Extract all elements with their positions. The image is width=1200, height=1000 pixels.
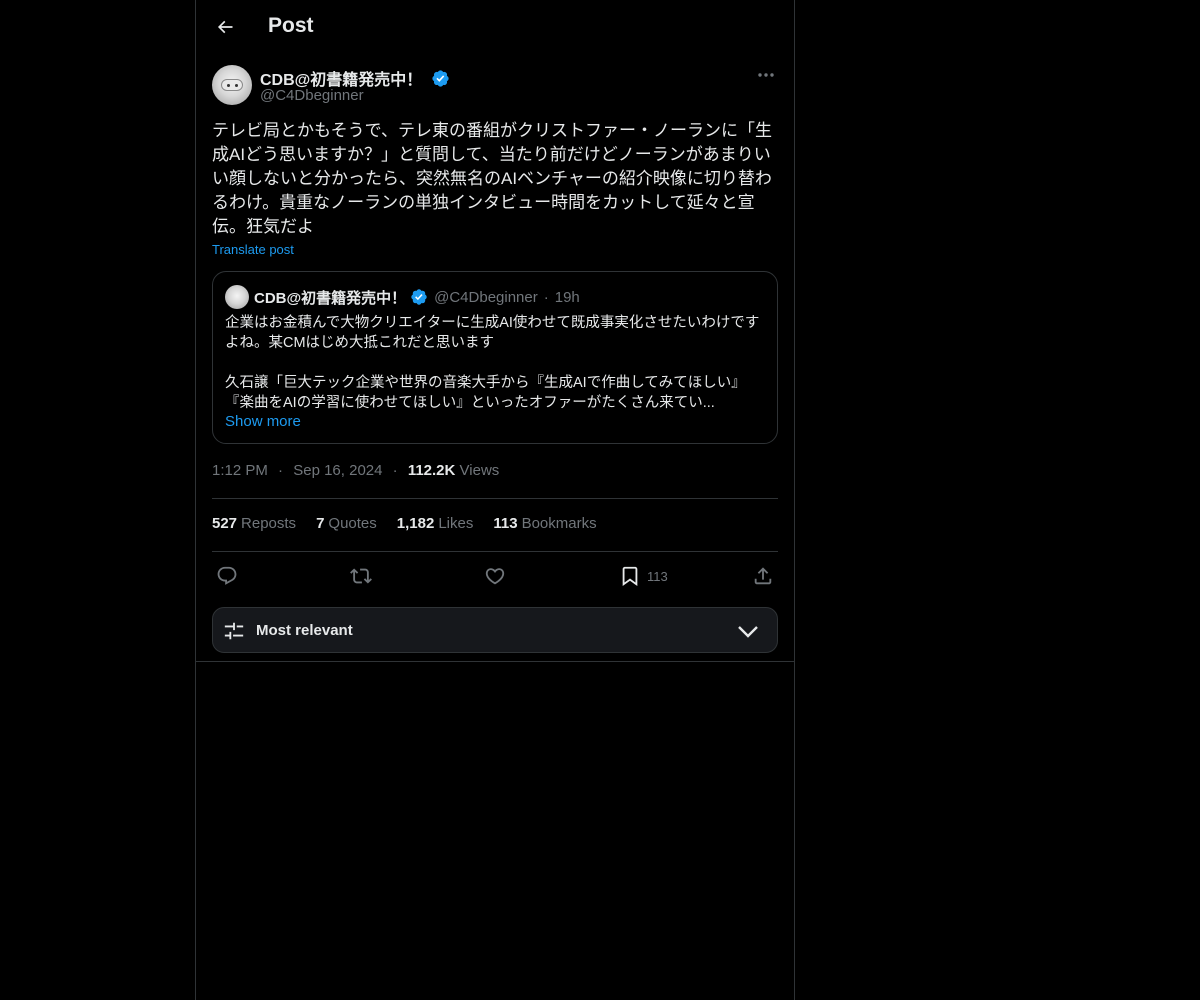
heart-icon <box>485 568 505 585</box>
bookmarks-count: 113 <box>493 515 518 532</box>
more-options-button[interactable] <box>754 65 778 85</box>
chevron-down-icon <box>738 626 758 638</box>
arrow-left-icon <box>217 20 233 34</box>
divider <box>212 498 778 499</box>
more-horizontal-icon <box>758 73 774 77</box>
avatar[interactable] <box>212 65 252 105</box>
show-more-link[interactable]: Show more <box>225 413 301 430</box>
quoted-post-header: CDB@初書籍発売中！ @C4Dbeginner · 19h <box>225 285 580 309</box>
share-icon <box>754 567 772 585</box>
quoted-author-name: CDB@初書籍発売中！ <box>254 289 407 307</box>
post-column: Post CDB@初書籍発売中！ @C4Dbeginner テレビ局とかもそうで… <box>195 0 795 1000</box>
separator-dot: · <box>543 288 549 306</box>
author-handle[interactable]: @C4Dbeginner <box>260 87 364 104</box>
repost-icon <box>350 568 372 584</box>
reply-icon <box>217 566 237 585</box>
quotes-label: Quotes <box>328 515 377 532</box>
top-bar: Post <box>196 0 794 54</box>
like-button[interactable] <box>484 562 506 590</box>
bookmark-icon <box>622 566 638 587</box>
likes-label: Likes <box>438 515 474 532</box>
verified-badge-icon <box>411 289 427 305</box>
bookmark-count: 113 <box>647 568 668 584</box>
post-text: テレビ局とかもそうで、テレ東の番組がクリストファー・ノーランに「生成AIどう思い… <box>212 121 772 236</box>
views-count: 112.2K <box>407 462 456 479</box>
reply-button[interactable] <box>216 562 238 590</box>
page-title: Post <box>268 14 314 37</box>
separator-dot: · <box>392 462 398 479</box>
bookmarks-stat[interactable]: 113 Bookmarks <box>493 515 596 532</box>
reposts-count: 527 <box>212 515 238 532</box>
translate-post-link[interactable]: Translate post <box>212 242 294 257</box>
sliders-icon <box>224 622 244 640</box>
engagement-stats: 527 Reposts 7 Quotes 1,182 Likes 113 Bookmar… <box>212 515 597 532</box>
quoted-author-handle: @C4Dbeginner <box>434 288 538 306</box>
post-author: CDB@初書籍発売中！ @C4Dbeginner <box>212 65 778 109</box>
verified-badge-icon <box>432 70 449 87</box>
share-button[interactable] <box>752 562 774 590</box>
quoted-post[interactable]: CDB@初書籍発売中！ @C4Dbeginner · 19h 企業はお金積んで大… <box>212 271 778 444</box>
quoted-post-time: 19h <box>554 288 580 306</box>
quotes-count: 7 <box>316 515 325 532</box>
reposts-stat[interactable]: 527 Reposts <box>212 515 296 532</box>
repost-button[interactable] <box>350 562 372 590</box>
divider <box>212 551 778 552</box>
reposts-label: Reposts <box>241 515 297 532</box>
quotes-stat[interactable]: 7 Quotes <box>316 515 377 532</box>
bookmarks-label: Bookmarks <box>521 515 597 532</box>
views-label: Views <box>459 462 500 479</box>
separator-dot: · <box>278 462 284 479</box>
likes-stat[interactable]: 1,182 Likes <box>397 515 474 532</box>
post-time[interactable]: 1:12 PM <box>212 462 268 479</box>
likes-count: 1,182 <box>396 515 435 532</box>
divider <box>196 661 794 662</box>
back-button[interactable] <box>208 10 242 44</box>
bookmark-button[interactable]: 113 <box>619 562 668 590</box>
quoted-avatar <box>225 285 249 309</box>
reply-sort-dropdown[interactable]: Most relevant <box>212 607 778 653</box>
post-date[interactable]: Sep 16, 2024 <box>293 462 382 479</box>
post-meta: 1:12 PM · Sep 16, 2024 · 112.2K Views <box>212 462 499 479</box>
quoted-post-text: 企業はお金積んで大物クリエイターに生成AI使わせて既成事実化させたいわけですよね… <box>225 315 760 411</box>
sort-label: Most relevant <box>256 622 353 639</box>
